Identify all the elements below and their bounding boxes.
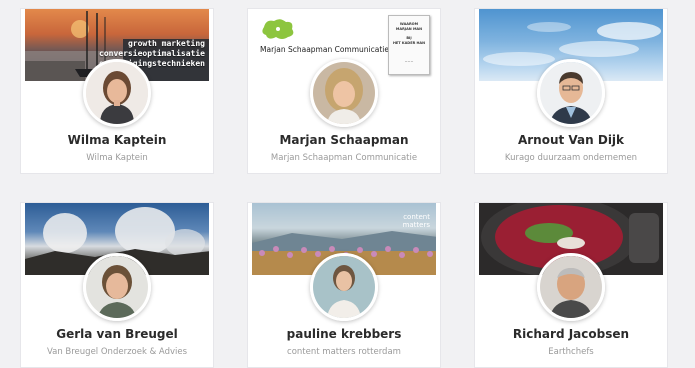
person-portrait-icon [86, 62, 148, 124]
member-card-gerla-van-breugel[interactable]: Gerla van Breugel Van Breugel Onderzoek … [20, 202, 214, 368]
green-map-logo-icon [262, 19, 294, 39]
person-portrait-icon [540, 62, 602, 124]
company-logo-text: Marjan Schaapman Communicatie [260, 45, 389, 54]
member-company: Kurago duurzaam ondernemen [504, 153, 638, 163]
member-card-wilma-kaptein[interactable]: growth marketing conversieoptimalisatie … [20, 8, 214, 174]
avatar[interactable] [83, 253, 151, 321]
member-company: content matters rotterdam [287, 347, 401, 357]
avatar[interactable] [310, 253, 378, 321]
cover-text-line: growth marketing [127, 39, 205, 48]
person-portrait-icon [540, 256, 602, 318]
member-name[interactable]: Wilma Kaptein [21, 133, 213, 147]
member-name[interactable]: Arnout Van Dijk [475, 133, 667, 147]
person-portrait-icon [86, 256, 148, 318]
member-card-arnout-van-dijk[interactable]: Arnout Van Dijk Kurago duurzaam ondernem… [474, 8, 668, 174]
avatar[interactable] [537, 59, 605, 127]
member-name[interactable]: Marjan Schaapman [248, 133, 440, 147]
cover-text-line: matters [402, 221, 430, 229]
person-portrait-icon [313, 62, 375, 124]
member-company: Van Breugel Onderzoek & Advies [46, 347, 188, 357]
member-name[interactable]: Gerla van Breugel [21, 327, 213, 341]
member-company: Earthchefs [548, 347, 594, 357]
member-name[interactable]: pauline krebbers [248, 327, 440, 341]
cover-text-line: conversieoptimalisatie [99, 49, 205, 58]
person-portrait-icon [313, 256, 375, 318]
avatar[interactable] [83, 59, 151, 127]
book-cover-icon: WAAROM MARJAN MAN BIJ HET KADER HAN ~~~ [388, 15, 430, 75]
cover-text-line: content [403, 213, 430, 221]
avatar[interactable] [310, 59, 378, 127]
member-card-richard-jacobsen[interactable]: Richard Jacobsen Earthchefs [474, 202, 668, 368]
member-name[interactable]: Richard Jacobsen [475, 327, 667, 341]
avatar[interactable] [537, 253, 605, 321]
member-card-pauline-krebbers[interactable]: content matters pauline krebbers content… [247, 202, 441, 368]
member-card-marjan-schaapman[interactable]: Marjan Schaapman Communicatie WAAROM MAR… [247, 8, 441, 174]
member-company: Wilma Kaptein [86, 153, 148, 163]
member-company: Marjan Schaapman Communicatie [270, 153, 418, 163]
